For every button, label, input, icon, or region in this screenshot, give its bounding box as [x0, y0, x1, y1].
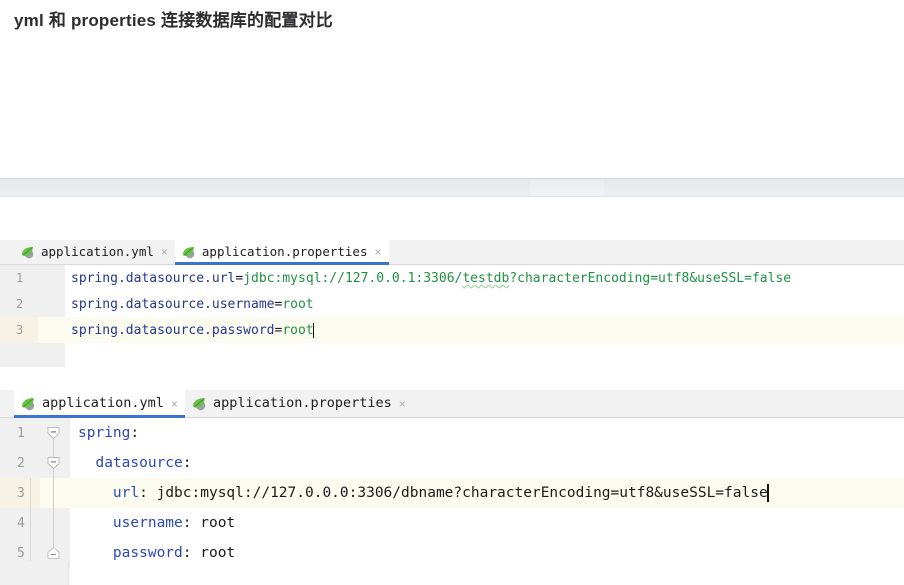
token-key: datasource — [95, 455, 183, 471]
code-line[interactable]: 2 datasource: — [0, 448, 904, 478]
close-icon[interactable]: × — [160, 246, 168, 258]
close-icon[interactable]: × — [373, 246, 381, 258]
fold-connector — [53, 478, 54, 508]
token-colon: : — [182, 515, 192, 531]
tab-application-properties[interactable]: application.properties × — [185, 390, 413, 417]
fold-gutter — [38, 343, 65, 367]
line-number: 1 — [0, 418, 40, 448]
indent-guide — [68, 561, 69, 585]
spring-leaf-icon — [21, 246, 34, 258]
token-value-warning: testdb — [462, 270, 510, 286]
fold-gutter[interactable] — [38, 317, 65, 343]
fold-gutter[interactable] — [40, 448, 70, 478]
tab-bar-yml: application.yml × application.properties… — [0, 390, 904, 418]
fold-connector — [53, 508, 54, 538]
token-colon: : — [182, 545, 192, 561]
tab-application-yml[interactable]: application.yml × — [14, 390, 185, 418]
token-key: url — [112, 485, 140, 501]
chevron-down-icon[interactable] — [47, 457, 60, 470]
code-line[interactable]: 4 username: root — [0, 508, 904, 538]
page-title: yml 和 properties 连接数据库的配置对比 — [14, 11, 333, 30]
token-colon: : — [182, 455, 192, 471]
line-number: 3 — [0, 317, 38, 343]
gutter-continuation — [0, 561, 68, 585]
token-key: password — [112, 545, 183, 561]
line-number: 2 — [0, 448, 40, 478]
tab-label: application.properties — [212, 394, 392, 411]
text-caret — [312, 322, 314, 338]
tab-label: application.yml — [41, 243, 154, 259]
separator-band — [0, 178, 904, 197]
token-value: jdbc:mysql://127.0.0.0:3306/dbname?chara… — [147, 485, 768, 501]
empty-line[interactable] — [0, 343, 904, 367]
code-line[interactable]: 2 spring.datasource.username = root — [0, 291, 904, 317]
fold-gutter[interactable] — [40, 508, 70, 538]
code-line[interactable]: 3 spring.datasource.password = root — [0, 317, 904, 343]
code-line[interactable]: 3 url: jdbc:mysql://127.0.0.0:3306/dbnam… — [0, 478, 904, 508]
code-text[interactable]: username: root — [30, 508, 904, 538]
editor-pane-properties: application.yml × application.properties… — [0, 240, 904, 370]
token-value: root — [191, 515, 236, 531]
tab-application-properties[interactable]: application.properties × — [174, 240, 389, 265]
token-equals: = — [235, 270, 244, 286]
token-key: spring — [78, 425, 131, 441]
fold-end-icon[interactable] — [47, 546, 60, 560]
token-colon: : — [139, 485, 148, 501]
token-equals: = — [274, 322, 283, 338]
line-number: 4 — [0, 508, 40, 538]
tab-bar-properties: application.yml × application.properties… — [0, 240, 904, 265]
token-value: root — [191, 545, 236, 561]
code-area-properties[interactable]: 1 spring.datasource.url = jdbc:mysql://127… — [0, 265, 904, 367]
line-number: 2 — [0, 291, 38, 317]
spring-leaf-icon — [22, 397, 35, 410]
code-text-empty[interactable] — [65, 343, 904, 367]
code-area-yml[interactable]: 1 spring: 2 datasource: 3 url: jdbc:my… — [0, 418, 904, 568]
code-text[interactable]: datasource: — [70, 448, 904, 478]
code-line[interactable]: 1 spring.datasource.url = jdbc:mysql://127… — [0, 265, 904, 291]
token-equals: = — [274, 296, 283, 312]
tab-label: application.properties — [201, 243, 368, 259]
token-key: spring.datasource.url — [71, 270, 236, 286]
close-icon[interactable]: × — [398, 398, 406, 410]
token-value: root — [282, 296, 314, 312]
code-text[interactable]: spring.datasource.url = jdbc:mysql://127.0… — [65, 265, 904, 291]
clipped-next-line — [0, 561, 904, 585]
code-text[interactable]: spring.datasource.username = root — [65, 291, 904, 317]
fold-gutter[interactable] — [40, 478, 70, 508]
line-number: 1 — [0, 265, 38, 291]
close-icon[interactable]: × — [170, 398, 178, 410]
spring-leaf-icon — [182, 246, 195, 258]
token-key: username — [112, 515, 183, 531]
token-colon: : — [130, 425, 140, 441]
chevron-down-icon[interactable] — [47, 427, 60, 440]
code-text[interactable]: spring: — [70, 418, 904, 448]
token-key: spring.datasource.username — [71, 296, 275, 312]
text-caret — [766, 484, 769, 502]
line-number: 3 — [0, 478, 40, 508]
token-value-tail: ?characterEncoding=utf8&useSSL=false — [509, 270, 792, 286]
token-value: root — [282, 322, 314, 338]
editor-pane-yml: application.yml × application.properties… — [0, 390, 904, 585]
fold-gutter[interactable] — [38, 291, 65, 317]
tab-application-yml[interactable]: application.yml × — [14, 240, 175, 264]
spring-leaf-icon — [192, 397, 206, 410]
code-line[interactable]: 1 spring: — [0, 418, 904, 448]
line-number-empty — [0, 343, 38, 367]
code-text[interactable]: url: jdbc:mysql://127.0.0.0:3306/dbname?… — [30, 478, 904, 508]
code-text[interactable]: spring.datasource.password = root — [65, 317, 904, 343]
token-value: jdbc:mysql://127.0.0.1:3306/ — [243, 270, 463, 286]
token-key: spring.datasource.password — [71, 322, 275, 338]
indent-guide — [30, 508, 31, 538]
fold-gutter[interactable] — [38, 265, 65, 291]
indent-guide — [30, 478, 31, 508]
tab-label: application.yml — [42, 394, 164, 411]
fold-gutter[interactable] — [40, 418, 70, 448]
